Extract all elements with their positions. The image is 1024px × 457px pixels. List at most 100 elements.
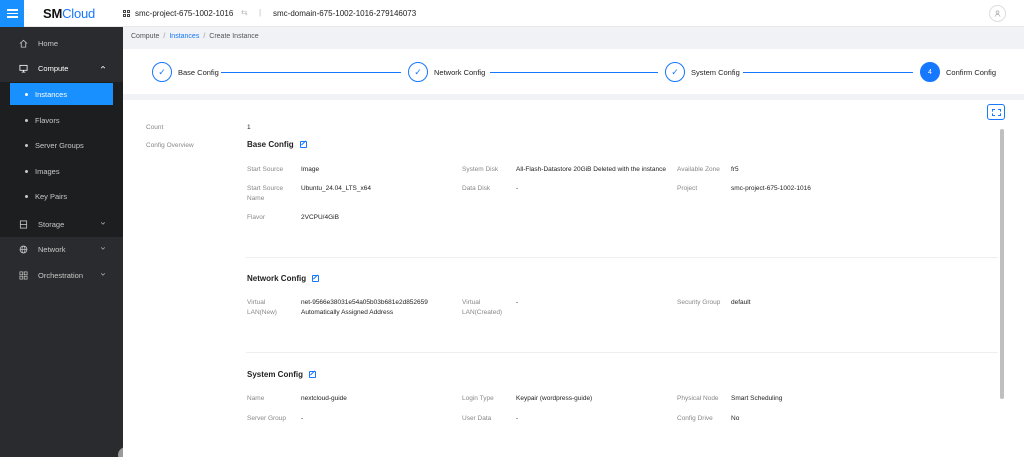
security-group-value: default [731,299,751,306]
step-label: Confirm Config [946,67,997,77]
check-icon: ✓ [408,62,428,82]
available-zone-value: fr5 [731,166,739,173]
vertical-scrollbar[interactable] [1000,129,1004,399]
sidebar-item-label: Compute [38,63,69,73]
step-label: System Config [691,67,740,77]
name-label: Name [247,395,265,402]
sidebar-item-label: Key Pairs [35,191,68,201]
physical-node-value: Smart Scheduling [731,395,783,402]
project-selector[interactable]: smc-project-675-1002-1016 [123,9,233,18]
breadcrumb-instances[interactable]: Instances [169,33,199,40]
system-config-title: System Config [247,370,317,379]
available-zone-label: Available Zone [677,166,720,173]
sidebar-item-label: Flavors [35,115,60,125]
sidebar-item-compute[interactable]: Compute [0,57,123,79]
sidebar-item-label: Home [38,38,59,48]
sidebar-item-label: Instances [35,89,68,99]
hamburger-menu-icon[interactable] [0,0,24,27]
sidebar-item-label: Images [35,166,60,176]
security-group-label: Security Group [677,299,721,306]
edit-icon[interactable] [312,275,320,282]
sidebar-item-label: Network [38,244,66,254]
sidebar-item-network[interactable]: Network [0,238,123,260]
step-network-config[interactable]: ✓ Network Config [408,62,485,82]
system-disk-label: System Disk [462,166,499,173]
server-group-value: - [301,415,304,422]
edit-icon[interactable] [299,141,307,148]
bullet-icon [25,118,28,122]
globe-icon [19,245,28,254]
bullet-icon [25,194,28,198]
sidebar-item-home[interactable]: Home [0,32,123,54]
count-label: Count [146,124,164,131]
system-disk-value: All-Flash-Datastore 20GiB Deleted with t… [516,166,666,173]
flavor-value: 2VCPU/4GiB [301,214,339,221]
breadcrumb-current: Create Instance [209,33,259,40]
data-disk-value: - [516,185,519,192]
logo-sm-text: SM [43,6,63,21]
step-connector [490,72,658,73]
logo[interactable]: SMCloud [43,6,95,21]
sidebar-item-images[interactable]: Images [10,160,113,182]
login-type-value: Keypair (wordpress-guide) [516,395,593,402]
virtual-lan-new-label: Virtual [247,299,266,306]
domain-name[interactable]: smc-domain-675-1002-1016-279146073 [273,9,416,18]
topbar-separator: | [259,8,262,17]
step-base-config[interactable]: ✓ Base Config [152,62,219,82]
sidebar-item-label: Server Groups [35,140,84,150]
step-label: Base Config [178,67,219,77]
swap-icon[interactable]: ⇆ [241,8,248,17]
grid-icon [19,271,28,280]
step-number-badge: 4 [920,62,940,82]
section-divider [246,352,998,353]
edit-icon[interactable] [309,371,317,378]
virtual-lan-created-value: - [516,299,519,306]
sidebar-item-label: Storage [38,219,65,229]
step-confirm-config[interactable]: 4 Confirm Config [920,62,996,82]
start-source-name-label: Start Source [247,185,284,192]
project-value: smc-project-675-1002-1016 [731,185,811,192]
sidebar: Home Compute Instances Flavors Server Gr… [0,27,123,457]
bullet-icon [25,169,28,173]
bullet-icon [25,143,28,147]
config-drive-value: No [731,415,740,422]
step-system-config[interactable]: ✓ System Config [665,62,740,82]
project-name: smc-project-675-1002-1016 [135,9,234,18]
check-icon: ✓ [152,62,172,82]
chevron-down-icon [100,220,106,228]
sidebar-item-key-pairs[interactable]: Key Pairs [10,185,113,207]
storage-icon [19,219,28,229]
monitor-icon [19,64,28,73]
project-grid-icon [123,10,130,17]
section-divider [246,257,998,258]
config-drive-label: Config Drive [677,415,713,422]
breadcrumb-compute[interactable]: Compute [131,33,159,40]
virtual-lan-address-value: Automatically Assigned Address [301,309,394,316]
flavor-label: Flavor [247,214,266,221]
sidebar-item-server-groups[interactable]: Server Groups [10,134,113,156]
user-data-value: - [516,415,519,422]
name-value: nextcloud-guide [301,395,347,402]
config-overview-label: Config Overview [146,142,194,149]
check-icon: ✓ [665,62,685,82]
step-label: Network Config [434,67,486,77]
fullscreen-icon[interactable] [987,104,1005,120]
user-avatar-icon[interactable] [989,5,1006,22]
sidebar-item-label: Orchestration [38,270,84,280]
sidebar-item-orchestration[interactable]: Orchestration [0,264,123,286]
logo-cloud-text: Cloud [62,6,96,21]
virtual-lan-created-label-2: LAN(Created) [462,309,503,316]
start-source-value: Image [301,166,320,173]
sidebar-item-instances[interactable]: Instances [10,83,113,105]
confirm-panel: Count 1 Config Overview Base Config Star… [123,100,1024,457]
user-icon [994,10,1001,17]
virtual-lan-new-label-2: LAN(New) [247,309,277,316]
chevron-down-icon [100,271,106,279]
network-config-title: Network Config [247,274,320,283]
physical-node-label: Physical Node [677,395,719,402]
section-title-text: Network Config [247,274,307,283]
sidebar-item-flavors[interactable]: Flavors [10,109,113,131]
step-connector [221,72,401,73]
chevron-up-icon [100,64,106,72]
sidebar-item-storage[interactable]: Storage [0,213,123,235]
